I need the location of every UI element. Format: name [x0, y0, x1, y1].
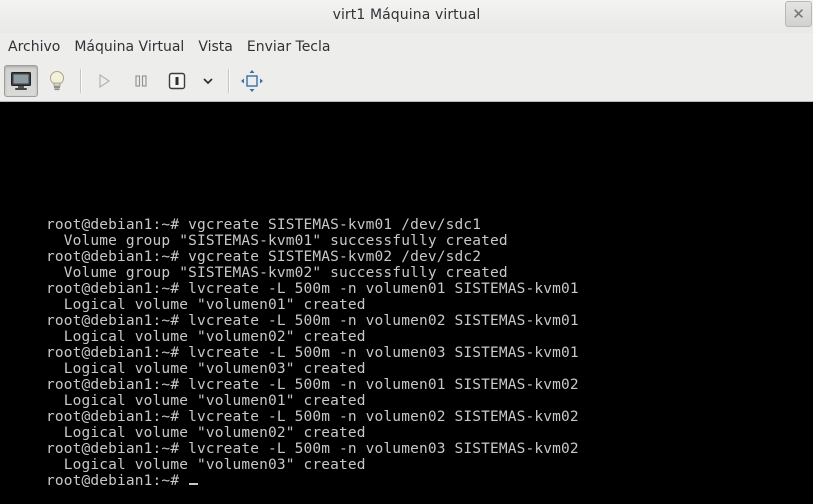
shutdown-button[interactable]	[164, 65, 190, 97]
terminal-line: root@debian1:~# lvcreate -L 500m -n volu…	[46, 377, 579, 393]
shutdown-menu-button[interactable]	[196, 65, 220, 97]
terminal-line: Logical volume "volumen01" created	[46, 393, 366, 409]
menu-archivo[interactable]: Archivo	[0, 39, 60, 55]
terminal-prompt-line[interactable]: root@debian1:~#	[46, 473, 579, 489]
terminal-line: Volume group "SISTEMAS-kvm01" successful…	[46, 233, 508, 249]
terminal-cursor	[189, 483, 199, 485]
play-icon	[99, 73, 111, 89]
chevron-down-icon	[203, 78, 213, 85]
monitor-icon	[11, 72, 31, 90]
terminal-prompt: root@debian1:~#	[46, 473, 189, 489]
power-icon	[168, 72, 186, 90]
terminal-line: Volume group "SISTEMAS-kvm02" successful…	[46, 265, 508, 281]
terminal-line: root@debian1:~# lvcreate -L 500m -n volu…	[46, 409, 579, 425]
terminal-line: root@debian1:~# lvcreate -L 500m -n volu…	[46, 441, 579, 457]
window-title: virt1 Máquina virtual	[332, 7, 481, 23]
terminal-line: Logical volume "volumen01" created	[46, 297, 366, 313]
terminal-line: root@debian1:~# vgcreate SISTEMAS-kvm01 …	[46, 217, 482, 233]
pause-button[interactable]	[127, 65, 155, 97]
console-view-button[interactable]	[4, 65, 38, 97]
lightbulb-icon	[50, 71, 64, 91]
terminal-line: Logical volume "volumen03" created	[46, 457, 366, 473]
menu-bar: Archivo Máquina Virtual Vista Enviar Tec…	[0, 33, 813, 60]
terminal-line: Logical volume "volumen02" created	[46, 425, 366, 441]
title-bar[interactable]: virt1 Máquina virtual ✕	[0, 0, 813, 33]
menu-vista[interactable]: Vista	[190, 39, 233, 55]
details-view-button[interactable]	[42, 65, 72, 97]
terminal-line: root@debian1:~# vgcreate SISTEMAS-kvm02 …	[46, 249, 482, 265]
terminal-line: root@debian1:~# lvcreate -L 500m -n volu…	[46, 281, 579, 297]
terminal-line: Logical volume "volumen03" created	[46, 361, 366, 377]
fullscreen-icon	[241, 70, 263, 92]
menu-enviar-tecla[interactable]: Enviar Tecla	[239, 39, 331, 55]
terminal-line: root@debian1:~# lvcreate -L 500m -n volu…	[46, 345, 579, 361]
terminal-output: root@debian1:~# vgcreate SISTEMAS-kvm01 …	[46, 217, 579, 489]
menu-maquina-virtual[interactable]: Máquina Virtual	[66, 39, 184, 55]
vm-viewer-window: virt1 Máquina virtual ✕ Archivo Máquina …	[0, 0, 813, 504]
toolbar-separator	[80, 69, 82, 93]
vm-console[interactable]: root@debian1:~# vgcreate SISTEMAS-kvm01 …	[0, 103, 813, 504]
fullscreen-button[interactable]	[238, 65, 266, 97]
close-icon: ✕	[792, 5, 805, 23]
terminal-line: root@debian1:~# lvcreate -L 500m -n volu…	[46, 313, 579, 329]
close-button[interactable]: ✕	[785, 1, 812, 27]
run-button[interactable]	[90, 65, 118, 97]
pause-icon	[135, 75, 147, 87]
toolbar	[0, 60, 813, 102]
terminal-line: Logical volume "volumen02" created	[46, 329, 366, 345]
toolbar-separator	[228, 69, 230, 93]
